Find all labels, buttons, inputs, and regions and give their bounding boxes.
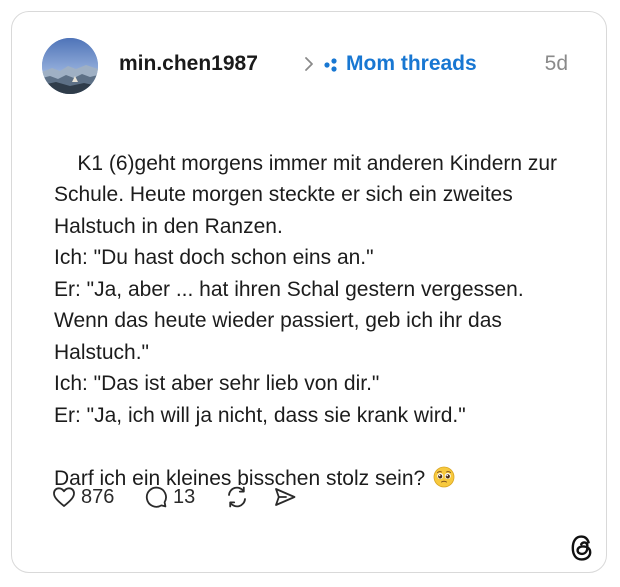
repost-button[interactable] <box>224 482 250 512</box>
author-username[interactable]: min.chen1987 <box>119 52 258 76</box>
post-card[interactable]: min.chen1987 Mom threads 5d K1 (6)geht m… <box>11 11 607 573</box>
chevron-right-icon <box>305 57 313 71</box>
post-line: Er: "Ja, aber ... hat ihren Schal gester… <box>54 277 524 301</box>
post-timestamp: 5d <box>544 52 568 75</box>
post-line: Halstuch in den Ranzen. <box>54 214 283 238</box>
share-icon <box>275 488 296 506</box>
heart-icon <box>53 487 75 507</box>
like-count: 876 <box>81 485 115 508</box>
topic-dots-icon <box>324 58 337 72</box>
post-line: Schule. Heute morgen steckte er sich ein… <box>54 183 513 206</box>
repost-icon <box>228 486 246 508</box>
post-text: K1 (6)geht morgens immer mit anderen Kin… <box>54 116 594 526</box>
post-header: min.chen1987 Mom threads 5d <box>42 38 572 94</box>
reply-button[interactable]: 13 <box>144 482 195 512</box>
post-line: Ich: "Du hast doch schon eins an." <box>54 246 374 269</box>
post-line: Wenn das heute wieder passiert, geb ich … <box>54 309 502 332</box>
post-line: Ich: "Das ist aber sehr lieb von dir." <box>54 372 380 395</box>
topic-link[interactable]: Mom threads <box>346 52 477 76</box>
reply-count: 13 <box>173 485 196 508</box>
comment-icon <box>145 486 167 508</box>
share-button[interactable] <box>272 482 298 512</box>
like-button[interactable]: 876 <box>52 482 114 512</box>
threads-logo-icon[interactable] <box>569 533 595 563</box>
avatar[interactable] <box>42 38 98 94</box>
pleading-face-emoji-icon <box>433 466 455 487</box>
landscape-photo-avatar-icon <box>42 38 98 94</box>
post-line: K1 (6)geht morgens immer mit anderen Kin… <box>77 151 558 175</box>
post-line: Er: "Ja, ich will ja nicht, dass sie kra… <box>54 403 466 427</box>
post-line: Halstuch." <box>54 340 149 364</box>
